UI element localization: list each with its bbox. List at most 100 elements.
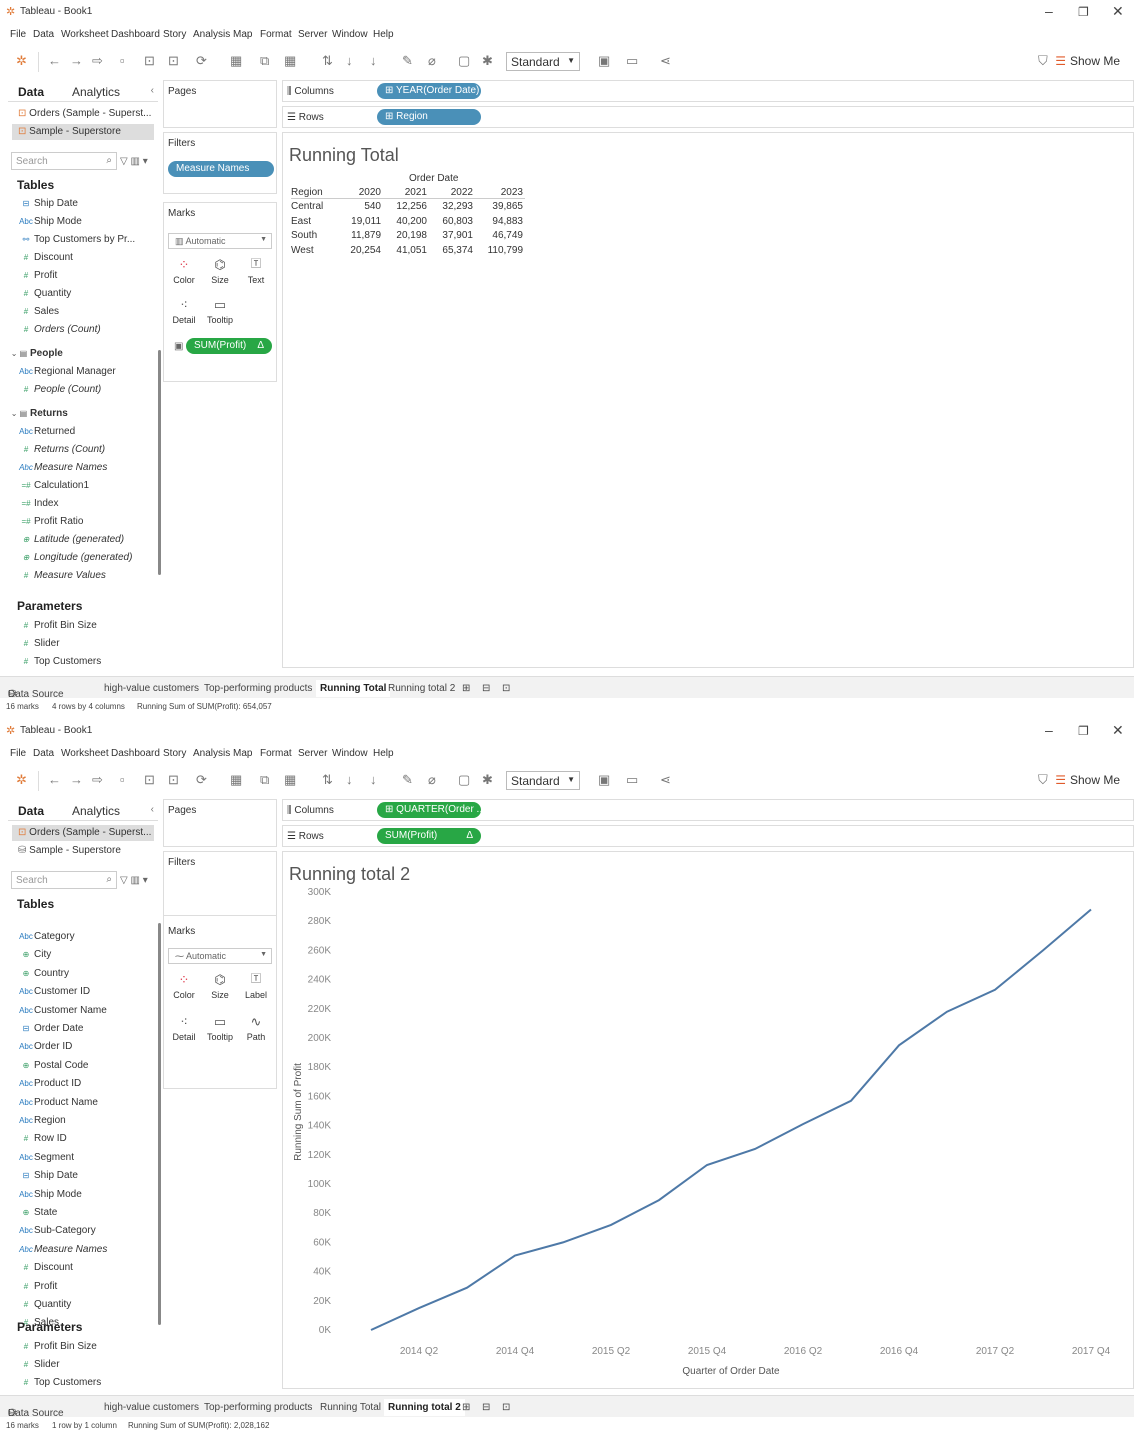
- swap-icon[interactable]: ⇅: [322, 54, 333, 68]
- data-point[interactable]: [704, 1162, 710, 1168]
- format-painter-icon[interactable]: ⛉: [1038, 773, 1048, 787]
- label-icon[interactable]: ▢: [458, 54, 470, 68]
- tooltip-button[interactable]: ▭ Tooltip: [203, 295, 237, 333]
- field-item[interactable]: AbcOrder ID: [18, 1041, 72, 1057]
- tab-running-total[interactable]: Running Total: [320, 1402, 381, 1413]
- field-item[interactable]: # Returns (Count): [18, 444, 105, 460]
- detail-button[interactable]: ⁖ Detail: [167, 295, 201, 333]
- filter-pill-measure-names[interactable]: Measure Names: [168, 161, 274, 177]
- field-item[interactable]: ⊕ Longitude (generated): [18, 552, 133, 568]
- filters-shelf[interactable]: Filters Measure Names: [163, 132, 277, 194]
- sort-desc-icon[interactable]: ↓: [370, 773, 377, 787]
- field-item[interactable]: AbcProduct Name: [18, 1097, 98, 1113]
- device-preview-icon[interactable]: ▭: [626, 773, 638, 787]
- menu-analysis[interactable]: Analysis: [193, 748, 230, 759]
- columns-shelf[interactable]: ⫼ Columns ⊞ YEAR(Order Date): [282, 80, 1134, 102]
- field-item[interactable]: # People (Count): [18, 384, 102, 400]
- data-point[interactable]: [656, 1197, 662, 1203]
- save-icon[interactable]: ▫: [120, 54, 125, 68]
- datasource-orders[interactable]: ⊡ Orders (Sample - Superst...: [12, 825, 154, 841]
- field-item[interactable]: AbcSegment: [18, 1152, 74, 1168]
- data-point[interactable]: [512, 1253, 518, 1259]
- field-item[interactable]: # Discount: [18, 252, 73, 268]
- new-story-tab-icon[interactable]: ⊡: [502, 683, 510, 694]
- menu-worksheet[interactable]: Worksheet: [61, 29, 109, 40]
- path-button[interactable]: ∿ Path: [239, 1012, 273, 1050]
- menu-map[interactable]: Map: [233, 29, 252, 40]
- tab-high-value-customers[interactable]: high-value customers: [104, 683, 199, 694]
- pages-shelf[interactable]: Pages: [163, 799, 277, 847]
- minimize-icon[interactable]: –: [1045, 3, 1053, 19]
- clear-sheet-icon[interactable]: ▦: [284, 54, 296, 68]
- menu-worksheet[interactable]: Worksheet: [61, 748, 109, 759]
- fit-select[interactable]: Standard ▼: [506, 52, 580, 71]
- field-item[interactable]: =# Index: [18, 498, 58, 514]
- new-datasource-icon[interactable]: ⊡: [144, 773, 155, 787]
- new-worksheet-tab-icon[interactable]: ⊞: [462, 1402, 470, 1413]
- tab-running-total-2[interactable]: Running total 2: [384, 1399, 465, 1416]
- field-item[interactable]: =# Calculation1: [18, 480, 89, 496]
- field-item[interactable]: =# Profit Ratio: [18, 516, 83, 532]
- field-item[interactable]: AbcCustomer Name: [18, 1005, 107, 1021]
- field-item[interactable]: ⊟ Ship Date: [18, 1170, 78, 1186]
- menu-data[interactable]: Data: [33, 748, 54, 759]
- field-item[interactable]: ⊕ State: [18, 1207, 58, 1223]
- format-painter-icon[interactable]: ⛉: [1038, 54, 1048, 68]
- menu-story[interactable]: Story: [163, 29, 186, 40]
- menu-window[interactable]: Window: [332, 29, 368, 40]
- data-point[interactable]: [848, 1098, 854, 1104]
- menu-format[interactable]: Format: [260, 29, 292, 40]
- share-icon[interactable]: ⋖: [660, 773, 671, 787]
- field-item[interactable]: AbcMeasure Names: [18, 462, 107, 478]
- param-slider[interactable]: # Slider: [18, 638, 60, 654]
- pin-icon[interactable]: ✱: [482, 773, 493, 787]
- tab-top-performing-products[interactable]: Top-performing products: [204, 683, 312, 694]
- field-item[interactable]: # Profit: [18, 1281, 58, 1297]
- refresh-icon[interactable]: ⟳: [196, 54, 207, 68]
- field-item[interactable]: ⊟ Ship Date: [18, 198, 78, 214]
- data-point[interactable]: [368, 1327, 374, 1333]
- datasource-menu-icon[interactable]: ⊡: [168, 54, 179, 68]
- field-item[interactable]: AbcReturned: [18, 426, 75, 442]
- field-item[interactable]: ⊕ Latitude (generated): [18, 534, 124, 550]
- presentation-icon[interactable]: ▣: [598, 54, 610, 68]
- fit-select[interactable]: Standard ▼: [506, 771, 580, 790]
- menu-data[interactable]: Data: [33, 29, 54, 40]
- new-dashboard-tab-icon[interactable]: ⊟: [482, 683, 490, 694]
- data-point[interactable]: [464, 1285, 470, 1291]
- rows-pill[interactable]: ⊞ Region: [377, 109, 481, 125]
- field-item[interactable]: AbcProduct ID: [18, 1078, 81, 1094]
- data-point[interactable]: [1040, 947, 1046, 953]
- field-item[interactable]: ⊕ City: [18, 949, 52, 965]
- columns-shelf[interactable]: ⫼ Columns ⊞ QUARTER(Order ...: [282, 799, 1134, 821]
- field-item[interactable]: # Measure Values: [18, 570, 106, 586]
- table-group[interactable]: ⌄ ▤ People: [8, 348, 63, 364]
- pages-shelf[interactable]: Pages: [163, 80, 277, 128]
- filter-view-icon[interactable]: ▽ ▥ ▾: [120, 875, 148, 886]
- collapse-icon[interactable]: ‹: [151, 804, 154, 815]
- presentation-icon[interactable]: ▣: [598, 773, 610, 787]
- redo-icon[interactable]: →: [70, 773, 83, 787]
- field-item[interactable]: AbcCustomer ID: [18, 986, 90, 1002]
- datasource-orders[interactable]: ⊡ Orders (Sample - Superst...: [12, 106, 154, 122]
- mark-pill-sum-profit[interactable]: SUM(Profit) Δ: [186, 338, 272, 354]
- field-item[interactable]: AbcShip Mode: [18, 1189, 82, 1205]
- rows-shelf[interactable]: ☰ Rows SUM(Profit) Δ: [282, 825, 1134, 847]
- close-icon[interactable]: ✕: [1112, 3, 1124, 20]
- undo-icon[interactable]: ←: [48, 54, 61, 68]
- data-point[interactable]: [992, 987, 998, 993]
- field-item[interactable]: AbcShip Mode: [18, 216, 82, 232]
- field-list-scrollbar[interactable]: [158, 350, 161, 575]
- pin-icon[interactable]: ✱: [482, 54, 493, 68]
- save-icon[interactable]: ▫: [120, 773, 125, 787]
- field-list-scrollbar[interactable]: [158, 923, 161, 1325]
- close-icon[interactable]: ✕: [1112, 722, 1124, 739]
- collapse-icon[interactable]: ‹: [151, 85, 154, 96]
- tab-running-total[interactable]: Running Total: [316, 680, 391, 697]
- restore-icon[interactable]: ❐: [1078, 724, 1089, 738]
- mark-type-select[interactable]: ⁓ Automatic ▼: [168, 948, 272, 964]
- sort-asc-icon[interactable]: ↓: [346, 54, 353, 68]
- param-top-customers[interactable]: # Top Customers: [18, 1377, 101, 1393]
- datasource-superstore[interactable]: ⛁ Sample - Superstore: [12, 843, 154, 859]
- data-point[interactable]: [800, 1121, 806, 1127]
